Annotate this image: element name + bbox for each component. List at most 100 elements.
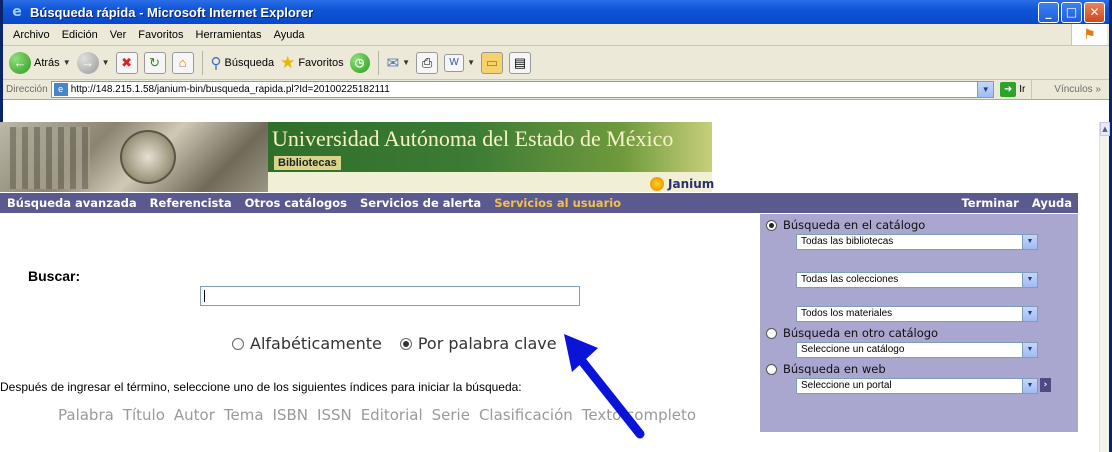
refresh-icon: ↻ — [149, 54, 160, 70]
other-catalog-option: Búsqueda en otro catálogo — [766, 326, 938, 340]
banner-photo — [0, 122, 268, 192]
nav-ayuda[interactable]: Ayuda — [1025, 196, 1078, 210]
print-button[interactable]: ⎙ — [416, 51, 439, 74]
libraries-select[interactable]: Todas las bibliotecas ▼ — [796, 234, 1038, 250]
radio-catalogo[interactable] — [766, 219, 777, 231]
banner-title-area: Universidad Autónoma del Estado de Méxic… — [268, 122, 712, 192]
toolbar: ← Atrás ▼ → ▼ ✖ ↻ ⌂ ⚲ Búsqueda ★ Favorit… — [3, 46, 1109, 80]
collections-value: Todas las colecciones — [801, 274, 899, 285]
index-editorial[interactable]: Editorial — [361, 406, 423, 424]
home-button[interactable]: ⌂ — [171, 51, 194, 74]
menu-herramientas[interactable]: Herramientas — [190, 29, 268, 41]
header-banner: Universidad Autónoma del Estado de Méxic… — [0, 122, 712, 192]
ie-logo-icon: e — [12, 4, 22, 20]
minimize-button[interactable]: _ — [1038, 1, 1059, 23]
chevron-down-icon: ▼ — [101, 58, 110, 67]
other-catalog-select[interactable]: Seleccione un catálogo ▼ — [796, 342, 1038, 358]
menu-favoritos[interactable]: Favoritos — [132, 29, 189, 41]
nav-referencista[interactable]: Referencista — [143, 196, 238, 210]
home-icon: ⌂ — [178, 55, 187, 70]
mode-palabra-clave-label: Por palabra clave — [417, 334, 557, 353]
chevron-down-icon: ▼ — [62, 58, 71, 67]
edit-button[interactable]: W ▼ — [444, 53, 475, 72]
favorites-button[interactable]: ★ Favoritos — [280, 53, 344, 73]
university-name: Universidad Autónoma del Estado de Méxic… — [272, 126, 674, 151]
chevron-down-icon: ▼ — [402, 58, 411, 67]
library-label: Bibliotecas — [274, 156, 341, 170]
scroll-up-icon[interactable]: ▲ — [1100, 122, 1110, 136]
folder-button[interactable]: ▭ — [481, 51, 503, 74]
chevron-down-icon: ▼ — [1022, 379, 1037, 393]
history-icon[interactable]: ◷ — [349, 52, 370, 73]
radio-palabra-clave[interactable] — [399, 337, 412, 350]
forward-button[interactable]: → ▼ — [76, 51, 110, 74]
research-icon: ▤ — [513, 54, 527, 70]
window-title: Búsqueda rápida - Microsoft Internet Exp… — [30, 4, 314, 20]
menu-archivo[interactable]: Archivo — [7, 29, 56, 41]
nav-busqueda-avanzada[interactable]: Búsqueda avanzada — [0, 196, 143, 210]
janium-logo: Janium — [650, 177, 714, 191]
search-input[interactable] — [200, 286, 580, 306]
links-button[interactable]: Vínculos » — [1031, 80, 1109, 99]
close-button[interactable]: ✕ — [1084, 1, 1105, 23]
toolbar-separator — [201, 50, 203, 75]
mail-icon: ✉ — [386, 54, 400, 72]
mail-button[interactable]: ✉ ▼ — [387, 54, 411, 72]
chevron-down-icon[interactable]: ▼ — [977, 82, 994, 97]
index-autor[interactable]: Autor — [174, 406, 215, 424]
menu-bar: Archivo Edición Ver Favoritos Herramient… — [3, 24, 1109, 46]
go-button[interactable]: ➜ Ir — [1000, 82, 1025, 97]
go-label: Ir — [1019, 84, 1026, 95]
radio-otro-catalogo[interactable] — [766, 327, 777, 339]
search-icon: ⚲ — [210, 54, 222, 72]
folder-icon: ▭ — [485, 54, 499, 70]
catalog-option-label: Búsqueda en el catálogo — [783, 218, 926, 232]
radio-alfabeticamente[interactable] — [232, 337, 244, 350]
chevron-down-icon: ▼ — [1022, 273, 1037, 287]
portal-go-button[interactable]: › — [1040, 378, 1051, 392]
chevron-down-icon: ▼ — [1022, 343, 1037, 357]
radio-web[interactable] — [766, 363, 777, 375]
search-button[interactable]: ⚲ Búsqueda — [211, 54, 275, 72]
collections-select[interactable]: Todas las colecciones ▼ — [796, 272, 1038, 288]
materials-select[interactable]: Todos los materiales ▼ — [796, 306, 1038, 322]
word-icon: W — [444, 53, 465, 72]
vertical-scrollbar[interactable]: ▲ — [1099, 122, 1110, 452]
title-bar: e Búsqueda rápida - Microsoft Internet E… — [3, 0, 1109, 24]
index-issn[interactable]: ISSN — [317, 406, 352, 424]
search-label: Búsqueda — [224, 56, 275, 69]
menu-ver[interactable]: Ver — [104, 29, 133, 41]
stop-icon: ✖ — [121, 54, 132, 70]
web-option: Búsqueda en web — [766, 362, 886, 376]
portal-value: Seleccione un portal — [801, 380, 892, 391]
nav-servicios-usuario[interactable]: Servicios al usuario — [487, 196, 627, 210]
stop-button[interactable]: ✖ — [115, 51, 138, 74]
star-icon: ★ — [280, 52, 296, 72]
menu-edicion[interactable]: Edición — [56, 29, 104, 41]
address-url: http://148.215.1.58/janium-bin/busqueda_… — [70, 84, 390, 95]
index-titulo[interactable]: Título — [123, 406, 165, 424]
menu-ayuda[interactable]: Ayuda — [268, 29, 311, 41]
libraries-value: Todas las bibliotecas — [801, 236, 894, 247]
maximize-button[interactable]: □ — [1061, 1, 1082, 23]
index-clasificacion[interactable]: Clasificación — [479, 406, 573, 424]
nav-servicios-alerta[interactable]: Servicios de alerta — [353, 196, 487, 210]
research-button[interactable]: ▤ — [509, 51, 531, 74]
index-tema[interactable]: Tema — [224, 406, 264, 424]
nav-otros-catalogos[interactable]: Otros catálogos — [238, 196, 353, 210]
refresh-button[interactable]: ↻ — [143, 51, 166, 74]
back-button[interactable]: ← Atrás ▼ — [9, 51, 71, 74]
other-catalog-label: Búsqueda en otro catálogo — [783, 326, 939, 340]
nav-terminar[interactable]: Terminar — [954, 196, 1024, 210]
index-palabra[interactable]: Palabra — [58, 406, 114, 424]
search-options-panel: Búsqueda en el catálogo Todas las biblio… — [760, 214, 1078, 432]
windows-flag-icon: ⚑ — [1071, 24, 1107, 45]
brand-name: Janium — [668, 177, 715, 191]
chevron-down-icon: ▼ — [1022, 307, 1037, 321]
go-arrow-icon: ➜ — [1000, 82, 1017, 97]
mode-alfabeticamente-label: Alfabéticamente — [250, 334, 382, 353]
index-isbn[interactable]: ISBN — [273, 406, 308, 424]
portal-select[interactable]: Seleccione un portal ▼ — [796, 378, 1038, 394]
address-field[interactable]: e http://148.215.1.58/janium-bin/busqued… — [50, 81, 995, 98]
index-serie[interactable]: Serie — [432, 406, 470, 424]
